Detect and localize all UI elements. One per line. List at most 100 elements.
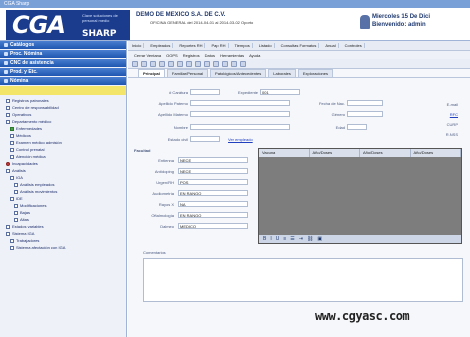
tree-item[interactable]: Departamento médico [6,118,126,125]
apellido-materno-field[interactable] [190,111,290,117]
form-tabs: Principal Familiar/Personal Patológicos/… [128,69,470,78]
tree-item[interactable]: Análisis movimientos [6,188,126,195]
tab-tiempos[interactable]: Tiempos [233,43,253,48]
expediente-label: Expediente [237,90,258,95]
menu-herramientas[interactable]: Herramientas [220,53,244,58]
tree-item[interactable]: IDE [6,195,126,202]
tree-item[interactable]: Médicos [6,132,126,139]
facultad-field[interactable]: NECE [178,157,248,163]
tree-item[interactable]: Examen médico admisión [6,139,126,146]
sidebar-section-prod[interactable]: Prod. y Etc. [0,68,126,76]
prev-record-icon[interactable] [141,60,147,67]
tree-item[interactable]: Registros patronales [6,97,126,104]
tab-empleados[interactable]: Empleados [148,43,174,48]
tab-pap-rh[interactable]: Pap RH [209,43,229,48]
search-icon[interactable] [204,60,210,67]
refresh-icon[interactable] [231,60,237,67]
italic-icon[interactable]: I [270,236,271,242]
tab-controles[interactable]: Controles [343,43,365,48]
export-icon[interactable] [222,60,228,67]
tab-listado[interactable]: Listado [257,43,275,48]
tree-item[interactable]: Sistema IGA [6,230,126,237]
facultad-field[interactable]: EN RANGO [178,212,248,218]
tree-item[interactable]: Trabajadores [6,237,126,244]
tree-item[interactable]: Sistema afectación con IGA [6,244,126,251]
tree-item[interactable]: Bajas [6,209,126,216]
next-record-icon[interactable] [150,60,156,67]
new-icon[interactable] [168,60,174,67]
sidebar-section-proc-nomina[interactable]: Proc. Nómina [0,50,126,58]
rfc-label[interactable]: RFC [430,112,458,117]
grid-col-header[interactable]: Vacuna [259,149,310,157]
fecha-nac-field[interactable] [347,100,383,106]
fecha-nac-label: Fecha de Nac. [318,101,345,106]
tree-item[interactable]: Centro de responsabilidad [6,104,126,111]
form-tab-principal[interactable]: Principal [138,69,165,77]
underline-icon[interactable]: U [276,236,280,242]
align-icon[interactable]: ≡ [283,236,286,242]
sidebar-section-cnc[interactable]: CNC de asistencia [0,59,126,67]
menu-registros[interactable]: Registros [183,53,200,58]
tab-anual[interactable]: Anual [323,43,339,48]
tree-item[interactable]: Altas [6,216,126,223]
tree-item[interactable]: Estados variables [6,223,126,230]
help-icon[interactable] [240,60,246,67]
save-icon[interactable] [177,60,183,67]
facultad-label: Antídoping [154,169,174,174]
print-icon[interactable] [195,60,201,67]
tree-item[interactable]: IGA [6,174,126,181]
tab-inicio[interactable]: Inicio [130,43,145,48]
form-tab-laborales[interactable]: Laborales [268,69,296,77]
tree-item[interactable]: Análisis empleados [6,181,126,188]
menu-datos[interactable]: Datos [205,53,215,58]
tab-consultas[interactable]: Consultas Formatos [279,43,320,48]
facultad-field[interactable]: POS [178,179,248,185]
sidebar-section-catalogos[interactable]: Catálogos [0,41,126,49]
facultad-field[interactable]: MEDICO [178,223,248,229]
menu-oops[interactable]: OOPS [166,53,178,58]
sidebar-selected-bar[interactable] [0,86,126,95]
ver-empleado-link[interactable]: Ver empleado [228,137,268,142]
vaccines-grid[interactable]: Vacuna Año/Doses Año/Doses Año/Doses B I… [258,148,462,244]
sidebar-section-nomina[interactable]: Nómina [0,77,126,85]
menu-ayuda[interactable]: Ayuda [249,53,260,58]
comments-textarea[interactable] [143,258,463,302]
genero-field[interactable] [347,111,383,117]
tree-item[interactable]: Incapacidades [6,160,126,167]
facultad-field[interactable]: NECE [178,168,248,174]
form-tab-familiar[interactable]: Familiar/Personal [166,69,209,77]
caratura-field[interactable] [190,89,220,95]
logo-sub-text: SHARP [82,29,117,39]
folder-icon [4,52,8,56]
indent-icon[interactable]: ⇥ [299,236,303,242]
facultad-field[interactable]: NA [178,201,248,207]
delete-icon[interactable] [186,60,192,67]
nombre-field[interactable] [190,124,290,130]
menu-cerrar[interactable]: Cerrar Ventana [134,53,161,58]
grid-col-header[interactable]: Año/Doses [360,149,411,157]
image-icon[interactable]: ▣ [317,236,322,242]
facultad-field[interactable]: EN RANGO [178,190,248,196]
list-icon[interactable]: ☰ [290,236,294,242]
tree-item[interactable]: Operativos [6,111,126,118]
tree-item[interactable]: Modificaciones [6,202,126,209]
expediente-field[interactable]: 001 [260,89,300,95]
tree-item[interactable]: Control prenatal [6,146,126,153]
medical-icon [10,126,14,131]
first-record-icon[interactable] [132,60,138,67]
tree-item[interactable]: Análisis [6,167,126,174]
tree-item[interactable]: Enfermedades [6,125,126,132]
tree-item[interactable]: Atención médica [6,153,126,160]
filter-icon[interactable] [213,60,219,67]
bold-icon[interactable]: B [263,236,266,242]
grid-col-header[interactable]: Año/Doses [310,149,360,157]
apellido-paterno-field[interactable] [190,100,290,106]
form-tab-patologicos[interactable]: Patológicos/Antecedentes [210,69,267,77]
last-record-icon[interactable] [159,60,165,67]
link-icon[interactable]: ⛓ [307,236,313,242]
grid-col-header[interactable]: Año/Doses [411,149,461,157]
estado-civil-field[interactable] [190,136,220,142]
edad-field[interactable] [347,124,367,130]
form-tab-exploraciones[interactable]: Exploraciones [297,69,333,77]
tab-reportes-rh[interactable]: Reportes RH [177,43,206,48]
